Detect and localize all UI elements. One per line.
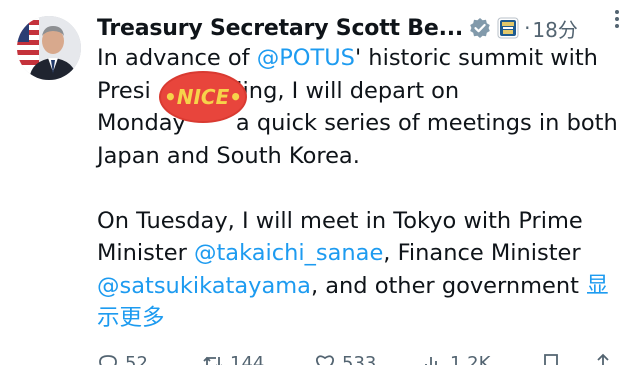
tweet-text-segment: Presi (97, 77, 151, 104)
tweet-text-segment: On Tuesday, I will meet in Tokyo with Pr… (97, 207, 583, 234)
tweet-text-segment: In advance of (97, 45, 257, 71)
views-button[interactable]: 1.2K (422, 352, 540, 365)
share-icon (595, 353, 611, 365)
bookmark-icon (544, 354, 558, 365)
author-name[interactable]: Treasury Secretary Scott Be... (97, 16, 463, 41)
tweet-line: Minister @takaichi_sanae, Finance Minist… (97, 237, 632, 270)
affiliation-seal-icon[interactable] (497, 17, 519, 39)
tweet-text-segment: Japan and South Korea. (97, 142, 360, 169)
avatar[interactable] (17, 16, 81, 80)
share-button[interactable] (592, 352, 614, 365)
tweet-timestamp[interactable]: 18分 (532, 14, 577, 43)
show-more-link[interactable]: 显 (586, 273, 609, 299)
tweet-line: Japan and South Korea. (97, 140, 632, 173)
tweet-actions: 52 144 533 1.2K (97, 348, 632, 365)
tweet-text-segment: Minister (97, 240, 194, 266)
show-more-link[interactable]: 示更多 (97, 305, 165, 331)
tweet-line (97, 172, 632, 205)
views-count: 1.2K (450, 352, 491, 365)
like-button[interactable]: 533 (314, 352, 422, 365)
reply-button[interactable]: 52 (97, 352, 202, 365)
views-icon (425, 357, 437, 365)
tweet-text-segment: , Finance Minister (383, 240, 581, 266)
sticker-text: •NICE• (164, 85, 242, 109)
retweet-icon (203, 356, 222, 365)
retweet-count: 144 (230, 352, 265, 365)
avatar-photo (17, 16, 81, 80)
mention-link[interactable]: @satsukikatayama (97, 273, 311, 299)
tweet-line: On Tuesday, I will meet in Tokyo with Pr… (97, 205, 632, 238)
more-options-icon[interactable] (614, 8, 620, 30)
tweet-text-segment: a quick series of meetings in both (235, 110, 618, 136)
meta-separator: · (524, 16, 531, 40)
tweet-line: 示更多 (97, 302, 632, 335)
bookmark-button[interactable] (540, 352, 592, 365)
nice-sticker: •NICE• (159, 71, 247, 123)
tweet-line: @satsukikatayama, and other government 显 (97, 270, 632, 303)
retweet-button[interactable]: 144 (202, 352, 314, 365)
mention-link[interactable]: @POTUS (257, 45, 355, 71)
verified-badge-icon[interactable] (469, 17, 491, 39)
tweet-text-segment: ' historic summit with (354, 45, 598, 71)
heart-icon (316, 355, 334, 365)
tweet-header: Treasury Secretary Scott Be... · 18分 (97, 10, 632, 46)
like-count: 533 (342, 352, 377, 365)
mention-link[interactable]: @takaichi_sanae (194, 240, 383, 266)
reply-icon (99, 355, 117, 365)
tweet-text-segment: , and other government (310, 272, 587, 299)
reply-count: 52 (125, 352, 148, 365)
